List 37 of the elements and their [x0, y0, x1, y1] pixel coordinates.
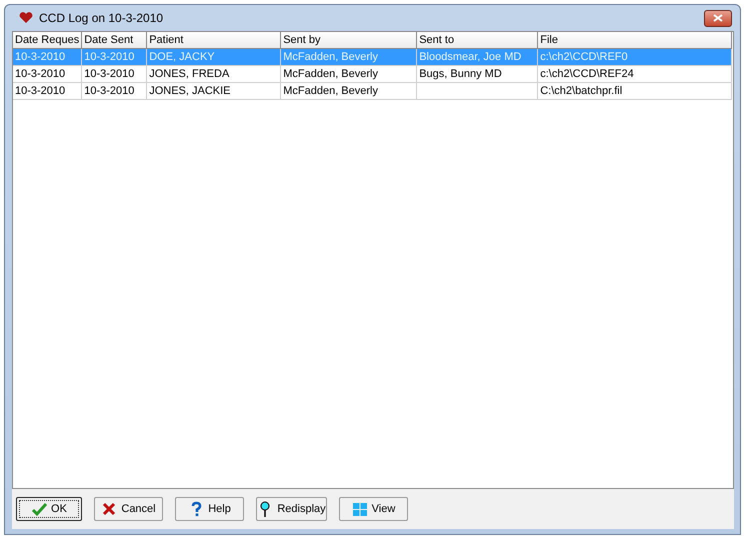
dialog-button[interactable]: Cancel	[94, 497, 163, 521]
column-header[interactable]: Date Reques	[13, 32, 82, 48]
heart-icon	[19, 12, 33, 24]
table-cell: 10-3-2010	[84, 85, 134, 97]
table-cell: McFadden, Beverly	[283, 68, 378, 80]
dialog-button[interactable]: OK	[16, 497, 82, 521]
table-cell: 10-3-2010	[15, 51, 66, 63]
table-cell: 10-3-2010	[15, 85, 66, 97]
table-cell: JONES, JACKIE	[149, 85, 231, 97]
table-cell: McFadden, Beverly	[283, 51, 378, 63]
column-header[interactable]: File	[538, 32, 732, 48]
table-cell: 10-3-2010	[84, 68, 134, 80]
cross-icon	[101, 500, 118, 518]
close-button[interactable]	[704, 10, 732, 26]
table-cell: Bugs, Bunny MD	[419, 68, 502, 80]
table-cell: Bloodsmear, Joe MD	[419, 51, 522, 63]
table-row[interactable]: 10-3-2010 10-3-2010 JONES, FREDA McFadden, Beverly Bugs, Bunny MD c:\ch2\CCD\REF24	[13, 66, 732, 82]
window-title: CCD Log on 10-3-2010	[39, 11, 164, 25]
table-cell: C:\ch2\batchpr.fil	[540, 85, 622, 97]
table-cell: McFadden, Beverly	[283, 85, 378, 97]
table-row[interactable]: 10-3-2010 10-3-2010 JONES, JACKIE McFadden, Beverly C:\ch2\batchpr.fil	[13, 82, 732, 100]
column-header[interactable]: Date Sent	[82, 32, 147, 48]
table-cell: 10-3-2010	[84, 51, 134, 63]
dialog-button[interactable]: Redisplay	[256, 497, 327, 521]
column-header[interactable]: Sent to	[416, 32, 538, 48]
table-cell: JONES, FREDA	[149, 68, 230, 80]
table-cell: c:\ch2\CCD\REF0	[540, 51, 628, 63]
dialog-button[interactable]: Help	[175, 497, 244, 521]
check-icon	[31, 500, 48, 518]
grid-icon	[352, 500, 368, 518]
close-icon	[713, 14, 723, 22]
table-cell: DOE, JACKY	[149, 51, 215, 63]
table-cell: c:\ch2\CCD\REF24	[540, 68, 634, 80]
column-header[interactable]: Sent by	[280, 32, 417, 48]
table-cell: 10-3-2010	[15, 68, 66, 80]
column-header[interactable]: Patient	[146, 32, 281, 48]
dialog-button[interactable]: View	[339, 497, 408, 521]
